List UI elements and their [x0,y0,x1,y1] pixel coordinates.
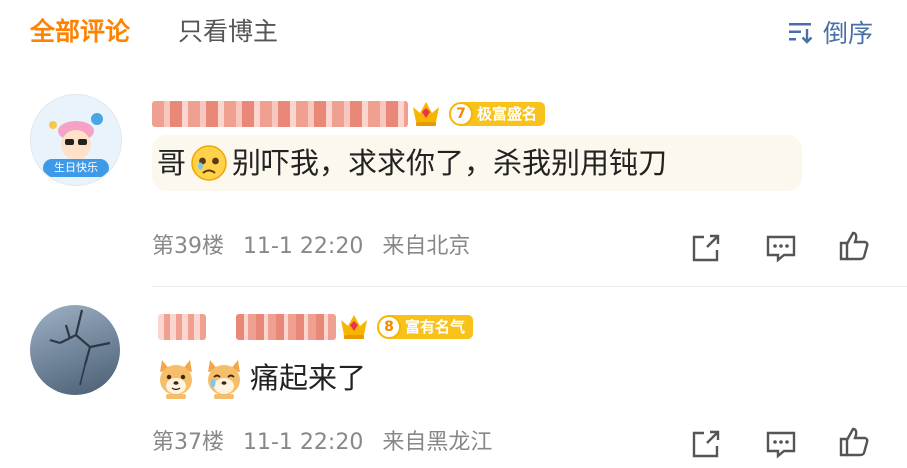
username-obscured[interactable] [236,314,336,340]
sort-button[interactable]: 倒序 [787,14,873,50]
share-icon[interactable] [689,427,723,461]
crown-icon [341,315,367,339]
reply-comment-icon[interactable] [764,231,798,265]
username-obscured[interactable] [152,101,408,127]
like-thumbs-up-icon[interactable] [837,425,871,459]
comment-text: 别吓我，求求你了，杀我别用钝刀 [232,146,668,180]
comment-time: 11-1 22:20 [243,234,364,259]
comment-location: 来自黑龙江 [382,430,493,455]
comment-time: 11-1 22:20 [243,430,364,455]
sad-face-emoji-icon [191,145,227,181]
comment-meta: 第37楼 11-1 22:20 来自黑龙江 [152,428,492,458]
avatar[interactable]: 生日快乐 [30,94,122,186]
comment-text-prefix: 哥 [157,146,187,180]
crown-icon [413,102,439,126]
username-obscured-part[interactable] [158,314,206,340]
comment-floor: 第39楼 [152,234,224,259]
comment-divider [152,286,907,287]
crying-dog-emoji-icon [208,360,240,399]
badge-level: 7 [449,102,473,126]
sort-label: 倒序 [822,19,873,48]
avatar[interactable] [30,305,120,395]
badge-title: 极富盛名 [463,102,546,126]
badge-title: 富有名气 [391,315,474,339]
comment-location: 来自北京 [382,234,471,259]
tab-author-only[interactable]: 只看博主 [178,14,278,50]
comment-floor: 第37楼 [152,430,224,455]
level-badge: 7 极富盛名 [449,101,546,127]
reply-comment-icon[interactable] [764,427,798,461]
comment-text: 痛起来了 [250,361,367,395]
avatar-banner: 生日快乐 [43,159,109,177]
badge-level: 8 [377,315,401,339]
comment-tabs: 全部评论 只看博主 倒序 [0,0,907,68]
level-badge: 8 富有名气 [377,314,474,340]
avatar-illustration [49,309,111,386]
dog-emoji-icon [160,360,192,399]
tab-all-comments[interactable]: 全部评论 [30,14,130,50]
comment-meta: 第39楼 11-1 22:20 来自北京 [152,232,470,262]
like-thumbs-up-icon[interactable] [837,229,871,263]
share-icon[interactable] [689,231,723,265]
sort-descending-icon [788,23,813,44]
